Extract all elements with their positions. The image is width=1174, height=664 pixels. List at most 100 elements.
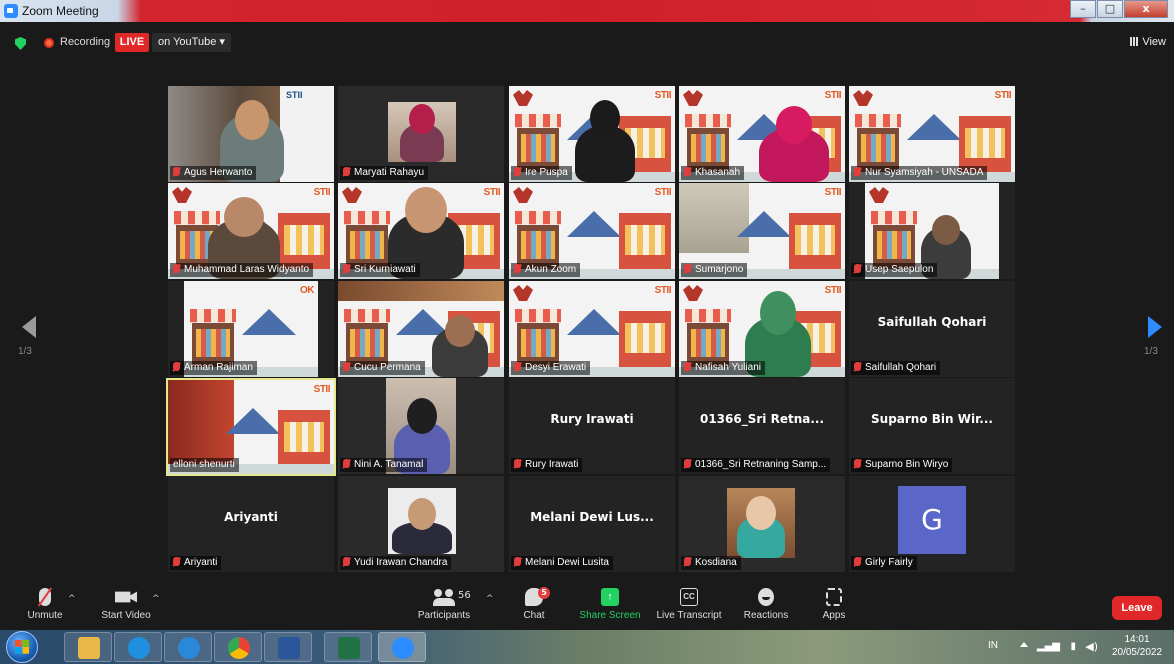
- participant-tile[interactable]: STII Nafisah Yuliani: [679, 281, 845, 377]
- mic-muted-icon: [173, 264, 180, 273]
- edge-browser-icon: [128, 637, 150, 659]
- participant-display-name: Ariyanti: [224, 510, 278, 524]
- participant-tile[interactable]: Usep Saepulon: [849, 183, 1015, 279]
- clock[interactable]: 14:01 20/05/2022: [1108, 633, 1166, 659]
- participant-tile[interactable]: Maryati Rahayu: [338, 86, 504, 182]
- participant-tile[interactable]: OK Arman Rajiman: [168, 281, 334, 377]
- volume-icon[interactable]: ◀): [1085, 640, 1098, 653]
- participant-tile[interactable]: STII Nur Syamsiyah - UNSADA: [849, 86, 1015, 182]
- mic-muted-icon: [343, 362, 350, 371]
- start-video-button[interactable]: Start Video: [94, 588, 158, 621]
- mic-muted-icon: [854, 167, 861, 176]
- mic-muted-icon: [343, 459, 350, 468]
- participant-tile[interactable]: G Girly Fairly: [849, 476, 1015, 572]
- participant-name: Ariyanti: [170, 556, 222, 570]
- okoce-logo: STII: [286, 90, 303, 100]
- participant-name: Saifullah Qohari: [851, 361, 941, 375]
- input-language[interactable]: IN: [988, 640, 998, 651]
- taskbar-edge[interactable]: [114, 632, 162, 662]
- participant-tile[interactable]: STII Khasanah: [679, 86, 845, 182]
- participant-tile[interactable]: Yudi Irawan Chandra: [338, 476, 504, 572]
- zoom-window: Zoom Meeting – □ x Recording LIVE on You…: [0, 0, 1174, 664]
- taskbar-word[interactable]: [264, 632, 312, 662]
- window-title: Zoom Meeting: [22, 4, 99, 18]
- participant-tile[interactable]: STII Desyi Erawati: [509, 281, 675, 377]
- participant-tile[interactable]: STII Muhammad Laras Widyanto: [168, 183, 334, 279]
- taskbar-zoom[interactable]: [378, 632, 426, 662]
- share-screen-button[interactable]: ↑ Share Screen: [578, 588, 642, 621]
- mic-muted-icon: [514, 167, 521, 176]
- recording-label[interactable]: Recording: [60, 36, 110, 48]
- participant-name: Usep Saepulon: [851, 263, 938, 277]
- participant-tile[interactable]: Ariyanti Ariyanti: [168, 476, 334, 572]
- participant-tile[interactable]: STII Ire Puspa: [509, 86, 675, 182]
- participant-tile[interactable]: Nini A. Tanamal: [338, 378, 504, 474]
- participant-tile[interactable]: STII Akun Zoom: [509, 183, 675, 279]
- minimize-button[interactable]: –: [1070, 0, 1096, 18]
- live-destination-dropdown[interactable]: on YouTube ▾: [152, 33, 231, 52]
- participant-tile[interactable]: STII Sumarjono: [679, 183, 845, 279]
- leave-button[interactable]: Leave: [1112, 596, 1162, 620]
- participant-name: Maryati Rahayu: [340, 166, 429, 180]
- apps-button[interactable]: Apps: [816, 588, 852, 621]
- chevron-left-icon: [22, 316, 36, 338]
- reactions-button[interactable]: Reactions: [740, 588, 792, 621]
- participant-name: Agus Herwanto: [170, 166, 257, 180]
- unmute-label: Unmute: [27, 610, 63, 621]
- mic-muted-icon: [854, 362, 861, 371]
- participant-tile[interactable]: STII Agus Herwanto: [168, 86, 334, 182]
- participant-tile[interactable]: Kosdiana: [679, 476, 845, 572]
- participant-tile[interactable]: Cucu Permana: [338, 281, 504, 377]
- view-label: View: [1142, 36, 1166, 48]
- participant-tile[interactable]: Saifullah Qohari Saifullah Qohari: [849, 281, 1015, 377]
- participant-tile[interactable]: 01366_Sri Retna... 01366_Sri Retnaning S…: [679, 378, 845, 474]
- next-page-button[interactable]: 1/3: [1144, 316, 1162, 357]
- clock-time: 14:01: [1124, 634, 1150, 645]
- participant-count: 56: [458, 590, 471, 601]
- video-camera-off-icon: [115, 591, 137, 603]
- meeting-status-bar: Recording LIVE on YouTube ▾ View: [0, 28, 1174, 56]
- zoom-app-icon: [4, 4, 18, 18]
- mic-muted-icon: [684, 557, 691, 566]
- participants-options-caret[interactable]: ^: [486, 594, 494, 604]
- share-screen-arrow-icon: ↑: [601, 588, 619, 606]
- participant-tile[interactable]: STII Sri Kurniawati: [338, 183, 504, 279]
- participant-display-name: 01366_Sri Retna...: [699, 412, 825, 426]
- participant-name: Sumarjono: [681, 263, 748, 277]
- close-button[interactable]: x: [1124, 0, 1168, 18]
- view-button[interactable]: View: [1130, 36, 1166, 48]
- chat-unread-badge: 5: [538, 587, 550, 599]
- mic-muted-icon: [343, 264, 350, 273]
- start-button[interactable]: [6, 631, 38, 663]
- video-options-caret[interactable]: ^: [152, 594, 160, 604]
- audio-options-caret[interactable]: ^: [68, 594, 76, 604]
- apps-icon: [826, 588, 842, 606]
- participant-tile-active-speaker[interactable]: STII elloni shenurti: [166, 378, 336, 476]
- smiley-add-icon: [758, 588, 774, 606]
- network-signal-icon[interactable]: ▂▄▆: [1037, 641, 1060, 652]
- live-transcript-button[interactable]: CC Live Transcript: [656, 588, 722, 621]
- participant-tile[interactable]: Rury Irawati Rury Irawati: [509, 378, 675, 474]
- participant-name: Desyi Erawati: [511, 361, 591, 375]
- mic-muted-icon: [684, 167, 691, 176]
- mic-muted-icon: [173, 167, 180, 176]
- avatar: G: [898, 486, 966, 554]
- zoom-icon: [392, 637, 414, 659]
- unmute-button[interactable]: Unmute: [20, 588, 70, 621]
- participant-tile[interactable]: Suparno Bin Wir... Suparno Bin Wiryo: [849, 378, 1015, 474]
- word-icon: [278, 637, 300, 659]
- taskbar-excel[interactable]: [324, 632, 372, 662]
- participant-name: Kosdiana: [681, 556, 741, 570]
- maximize-button[interactable]: □: [1097, 0, 1123, 18]
- battery-icon[interactable]: ▮: [1070, 641, 1076, 652]
- taskbar-explorer[interactable]: [64, 632, 112, 662]
- chat-label: Chat: [523, 610, 545, 621]
- encryption-shield-icon[interactable]: [15, 37, 26, 50]
- participant-tile[interactable]: Melani Dewi Lus... Melani Dewi Lusita: [509, 476, 675, 572]
- show-hidden-icons-icon[interactable]: [1020, 642, 1028, 647]
- mic-muted-icon: [684, 362, 691, 371]
- taskbar-internet-explorer[interactable]: [164, 632, 212, 662]
- previous-page-button[interactable]: 1/3: [18, 316, 36, 357]
- taskbar-chrome[interactable]: [214, 632, 262, 662]
- microphone-muted-icon: [39, 588, 51, 606]
